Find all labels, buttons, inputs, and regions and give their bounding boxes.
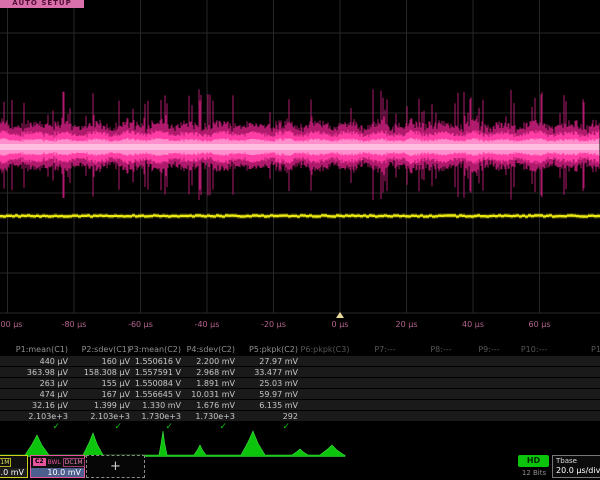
trigger-position-marker[interactable] (336, 312, 344, 318)
measurement-min-cell: 155 µV (102, 379, 130, 389)
measurement-max-cell: 59.97 mV (259, 390, 298, 400)
waveform-display (0, 0, 600, 318)
time-axis-label: -60 µs (128, 320, 153, 329)
measurement-mean-cell: 158.308 µV (84, 368, 130, 378)
parameter-header-inactive[interactable]: P10:--- (521, 345, 547, 355)
plus-icon: + (110, 459, 121, 474)
time-axis-label: -80 µs (62, 320, 87, 329)
parameter-header[interactable]: P1:mean(C1) (16, 345, 68, 355)
table-row (0, 400, 600, 410)
timebase-scale: 20.0 µs/div (556, 466, 600, 476)
parameter-header[interactable]: P2:sdev(C1) (82, 345, 130, 355)
parameter-header[interactable]: P5:pkpk(C2) (249, 345, 298, 355)
measurement-sdev-cell: 32.16 µV (32, 401, 68, 411)
measurement-num-cell: 2.103e+3 (28, 412, 68, 422)
measurement-mean-cell: 2.968 mV (196, 368, 235, 378)
add-trace-button[interactable]: + (86, 455, 145, 478)
measurement-value-cell: 160 µV (102, 357, 130, 367)
c2-volts-per-div: 10.0 mV (31, 468, 84, 477)
c1-coupling-chip: DC1M (0, 458, 11, 467)
parameter-header-inactive[interactable]: P1 (591, 345, 600, 355)
measurement-min-cell: 263 µV (40, 379, 68, 389)
parameter-header-inactive[interactable]: P6:pkpk(C3) (301, 345, 350, 355)
status-badge: AUTO SETUP (0, 0, 84, 8)
parameter-header[interactable]: P3:mean(C2) (129, 345, 181, 355)
c2-channel-chip: C2 (33, 458, 46, 466)
measurement-max-cell: 10.031 mV (191, 390, 235, 400)
hd-bits-label: 12 Bits (512, 469, 556, 477)
measurement-value-cell: 2.200 mV (196, 357, 235, 367)
time-axis-label: 40 µs (462, 320, 484, 329)
time-axis-label: -40 µs (195, 320, 220, 329)
table-row (0, 389, 600, 399)
measurement-sdev-cell: 1.330 mV (142, 401, 181, 411)
measurement-max-cell: 474 µV (40, 390, 68, 400)
timebase-descriptor[interactable]: Tbase 20.0 µs/div (552, 455, 600, 478)
table-row (0, 356, 600, 366)
measurement-min-cell: 1.550084 V (135, 379, 181, 389)
time-axis-label: -100 µs (0, 320, 22, 329)
table-row (0, 378, 600, 388)
timebase-label: Tbase (556, 457, 600, 466)
measurement-sdev-cell: 1.399 µV (94, 401, 130, 411)
c2-noise-center (0, 144, 599, 150)
measurement-num-cell: 2.103e+3 (90, 412, 130, 422)
measurement-sdev-cell: 1.676 mV (196, 401, 235, 411)
histogram-trace (0, 431, 345, 457)
measurement-num-cell: 1.730e+3 (195, 412, 235, 422)
measurement-value-cell: 440 µV (40, 357, 68, 367)
measurement-value-cell: 27.97 mV (259, 357, 298, 367)
measurement-max-cell: 167 µV (102, 390, 130, 400)
hd-mode-badge[interactable]: HD (518, 455, 549, 467)
parameter-header-inactive[interactable]: P8:--- (430, 345, 451, 355)
measurement-min-cell: 1.891 mV (196, 379, 235, 389)
measurement-value-cell: 1.550616 V (135, 357, 181, 367)
parameter-header-inactive[interactable]: P9:--- (478, 345, 499, 355)
measurement-mean-cell: 1.557591 V (135, 368, 181, 378)
measurement-num-cell: 1.730e+3 (141, 412, 181, 422)
c2-bandwidth-label: BWL (48, 459, 61, 466)
parameter-header-inactive[interactable]: P7:--- (374, 345, 395, 355)
c2-coupling-chip: DC1M (63, 458, 85, 467)
time-axis-label: -20 µs (261, 320, 286, 329)
channel-descriptor-c1[interactable]: C1 DC1M 50.0 mV (0, 455, 28, 478)
histogram-strip (0, 428, 600, 458)
oscilloscope-screen: AUTO SETUP -100 µs -80 µs -60 µs -40 µs -20 … (0, 0, 600, 480)
measurement-mean-cell: 363.98 µV (27, 368, 68, 378)
measurement-mean-cell: 33.477 mV (254, 368, 298, 378)
measurement-min-cell: 25.03 mV (259, 379, 298, 389)
c1-trace (0, 215, 600, 216)
time-axis-label: 60 µs (529, 320, 551, 329)
measurement-num-cell: 292 (283, 412, 298, 422)
measurement-max-cell: 1.556645 V (135, 390, 181, 400)
measurement-sdev-cell: 6.135 mV (259, 401, 298, 411)
time-axis-label: 0 µs (332, 320, 349, 329)
channel-descriptor-c2[interactable]: C2 BWL DC1M 10.0 mV (30, 455, 85, 478)
c1-volts-per-div: 50.0 mV (0, 468, 27, 477)
time-axis-label: 20 µs (396, 320, 418, 329)
parameter-header[interactable]: P4:sdev(C2) (187, 345, 235, 355)
